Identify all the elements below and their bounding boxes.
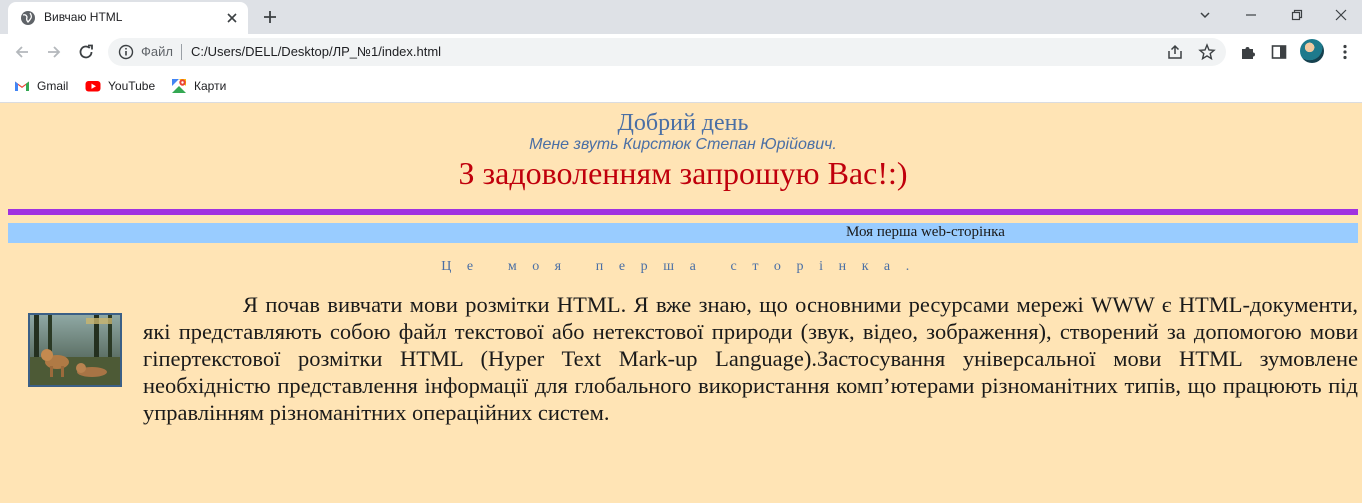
address-bar[interactable]: Файл C:/Users/DELL/Desktop/ЛР_№1/index.h… [108, 38, 1226, 66]
tab-strip: Вивчаю HTML [0, 0, 1362, 34]
chevron-down-icon [1200, 12, 1210, 19]
bookmark-maps[interactable]: Карти [171, 77, 226, 95]
plus-icon[interactable] [260, 7, 280, 27]
youtube-icon [85, 81, 101, 92]
url-text[interactable]: C:/Users/DELL/Desktop/ЛР_№1/index.html [191, 44, 441, 59]
restore-button[interactable] [1274, 0, 1320, 30]
close-icon[interactable] [224, 10, 240, 26]
author-name: Мене звуть Кирстюк Степан Юрійович. [529, 136, 837, 153]
profile-avatar[interactable] [1300, 39, 1324, 63]
tab-title: Вивчаю HTML [44, 10, 123, 24]
tab-search-button[interactable] [1182, 0, 1228, 30]
minimize-button[interactable] [1228, 0, 1274, 30]
share-icon[interactable] [1166, 43, 1184, 61]
bookmark-gmail[interactable]: Gmail [14, 77, 68, 95]
reload-icon[interactable] [76, 42, 96, 62]
more-vert-icon[interactable] [1335, 42, 1355, 62]
restore-icon [1291, 9, 1303, 21]
gmail-icon [15, 81, 29, 91]
bookmark-youtube[interactable]: YouTube [85, 77, 155, 95]
page-banner: Моя перша web-сторінка [8, 223, 1358, 243]
star-icon[interactable] [1198, 43, 1216, 61]
browser-toolbar: Файл C:/Users/DELL/Desktop/ЛР_№1/index.h… [0, 34, 1362, 70]
info-icon[interactable] [118, 44, 134, 60]
back-arrow-icon[interactable] [12, 42, 32, 62]
subtitle-text: Це моя перша сторінка. [441, 259, 925, 274]
bookmarks-bar: Gmail YouTube Карти [0, 70, 1362, 103]
greeting-heading: Добрий день [617, 110, 749, 136]
forward-arrow-icon[interactable] [44, 42, 64, 62]
puzzle-icon[interactable] [1238, 42, 1258, 62]
bookmark-label: Gmail [37, 79, 69, 93]
banner-text: Моя перша web-сторінка [846, 224, 1005, 240]
browser-tab[interactable]: Вивчаю HTML [8, 2, 248, 34]
globe-icon [21, 11, 35, 25]
site-label: Файл [141, 44, 173, 59]
invitation-heading: З задоволенням запрошую Вас!:) [458, 155, 908, 191]
horizontal-rule [8, 209, 1358, 215]
bookmark-label: Карти [194, 79, 227, 93]
web-page: Добрий день Мене звуть Кирстюк Степан Юр… [0, 103, 1362, 503]
maps-icon [172, 79, 186, 93]
bookmark-label: YouTube [108, 79, 156, 93]
omnibox-separator [181, 44, 182, 60]
side-panel-icon[interactable] [1269, 42, 1289, 62]
close-window-button[interactable] [1318, 0, 1362, 30]
lions-photo [28, 313, 122, 387]
minimize-icon [1246, 14, 1256, 16]
intro-paragraph: Я почав вивчати мови розмітки HTML. Я вж… [143, 292, 1358, 425]
close-icon [1335, 9, 1347, 21]
